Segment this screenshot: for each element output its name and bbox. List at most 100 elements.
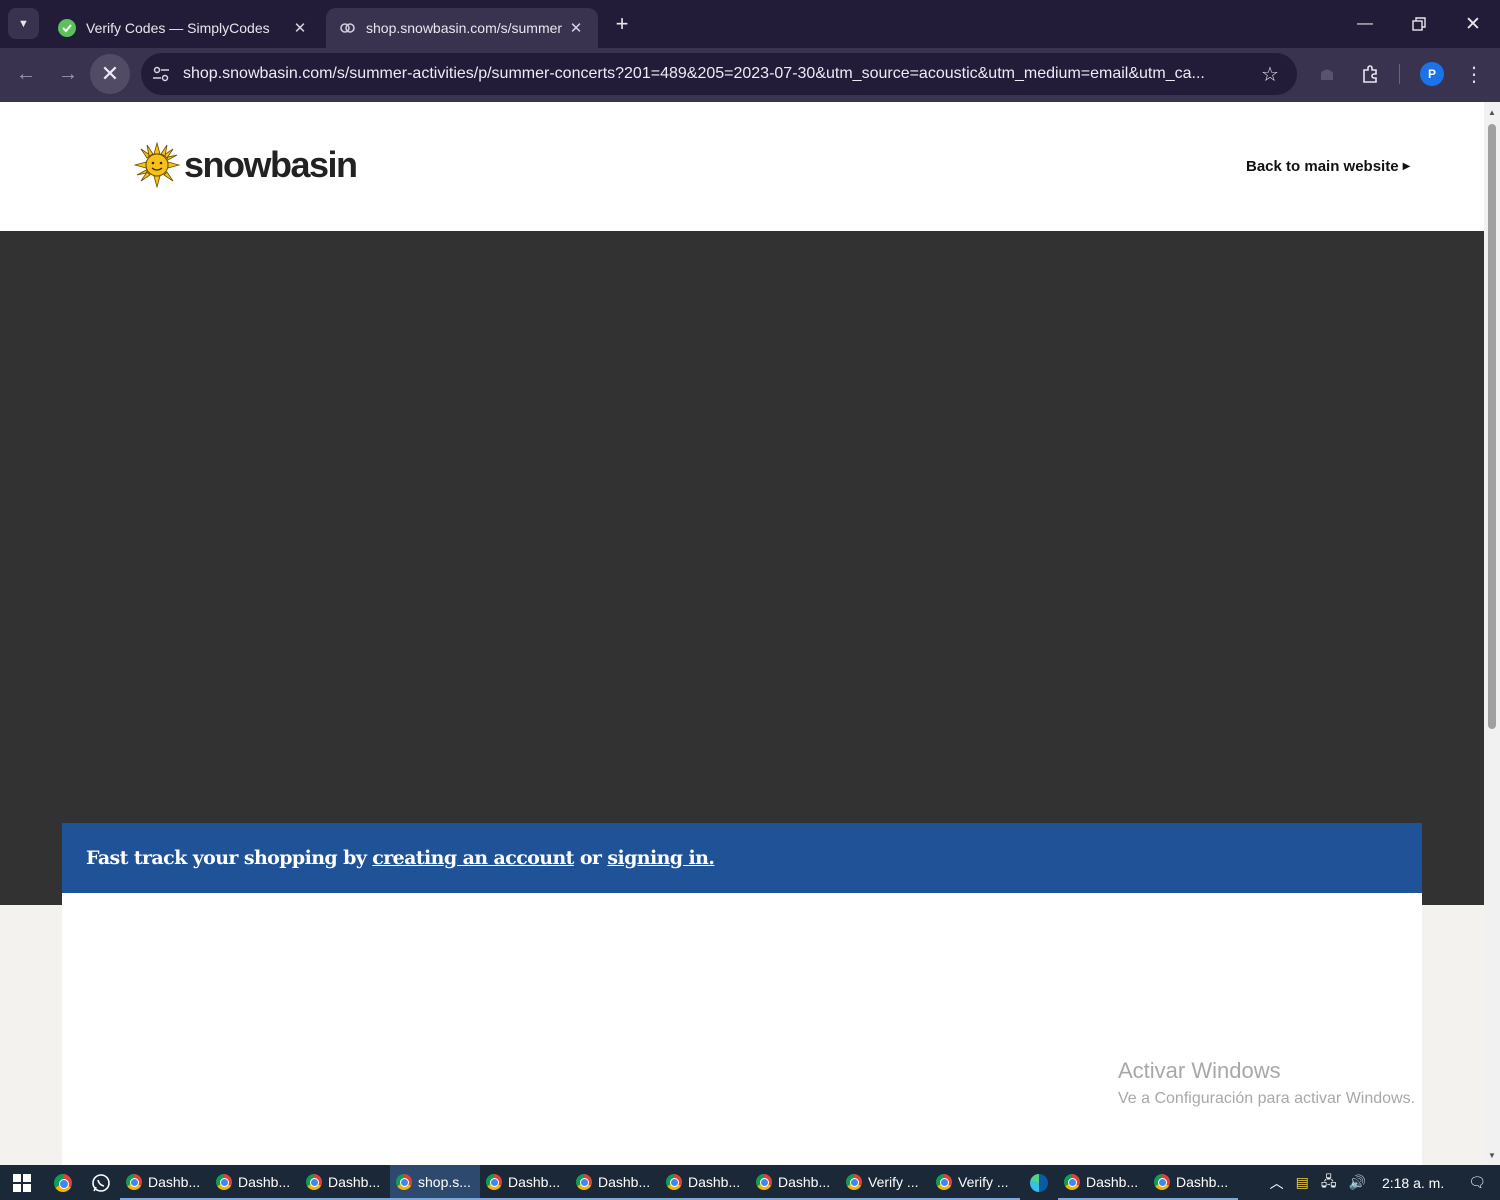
forward-button[interactable]: → xyxy=(48,54,88,94)
url-text[interactable]: shop.snowbasin.com/s/summer-activities/p… xyxy=(181,65,1243,83)
back-link-label: Back to main website xyxy=(1246,158,1399,175)
chrome-icon xyxy=(1064,1173,1080,1190)
chrome-icon xyxy=(396,1173,412,1190)
system-tray: ︿ ▤ 🖧 🔊 2:18 a. m. 🗨 xyxy=(1264,1165,1500,1200)
address-bar[interactable]: shop.snowbasin.com/s/summer-activities/p… xyxy=(141,53,1297,95)
tab-verify-codes[interactable]: Verify Codes — SimplyCodes ✕ xyxy=(46,8,322,48)
windows-activation-watermark: Activar Windows Ve a Configuración para … xyxy=(1118,1058,1415,1108)
banner-prefix: Fast track your shopping by xyxy=(86,847,373,869)
edge-icon xyxy=(1030,1173,1048,1192)
taskbar-app[interactable]: Dashb... xyxy=(1058,1165,1148,1200)
volume-icon[interactable]: 🔊 xyxy=(1343,1174,1372,1191)
tab-strip: ▼ Verify Codes — SimplyCodes ✕ shop.snow… xyxy=(0,0,1500,48)
banner-middle: or xyxy=(573,847,608,869)
chrome-icon xyxy=(1154,1173,1170,1190)
taskbar-app-label: Verify ... xyxy=(868,1173,919,1190)
content-card xyxy=(62,893,1422,1165)
taskbar-app[interactable]: Dashb... xyxy=(660,1165,750,1200)
taskbar-app-label: Dashb... xyxy=(1086,1173,1139,1190)
site-info-icon[interactable] xyxy=(141,53,181,95)
snowbasin-logo[interactable]: snowbasin xyxy=(134,142,358,188)
hero-image-placeholder xyxy=(0,231,1484,905)
show-hidden-icons-chevron-icon[interactable]: ︿ xyxy=(1264,1173,1290,1193)
taskbar-app-label: shop.s... xyxy=(418,1173,471,1190)
taskbar-app[interactable]: Verify ... xyxy=(930,1165,1020,1200)
whatsapp-icon xyxy=(92,1173,110,1192)
back-button[interactable]: ← xyxy=(6,54,46,94)
chrome-icon xyxy=(666,1173,682,1190)
taskbar-app-label: Dashb... xyxy=(778,1173,831,1190)
create-account-link[interactable]: creating an account xyxy=(372,847,574,869)
taskbar-app[interactable]: Verify ... xyxy=(840,1165,930,1200)
taskbar-app-label: Dashb... xyxy=(1176,1173,1229,1190)
back-to-main-website-link[interactable]: Back to main website ▶ xyxy=(1246,158,1410,175)
simplycodes-favicon-icon xyxy=(58,19,76,37)
sign-in-link[interactable]: signing in. xyxy=(607,847,715,869)
pinned-chrome[interactable] xyxy=(44,1165,82,1200)
notes-app-icon[interactable]: ▤ xyxy=(1290,1174,1315,1191)
scroll-up-arrow-icon[interactable]: ▲ xyxy=(1484,104,1500,120)
extension-icon[interactable] xyxy=(1309,56,1345,92)
tab-list-button[interactable]: ▼ xyxy=(8,8,39,39)
chrome-icon xyxy=(216,1173,232,1190)
taskbar-app-label: Dashb... xyxy=(148,1173,201,1190)
stop-loading-button[interactable]: ✕ xyxy=(90,54,130,94)
chrome-icon xyxy=(486,1173,502,1190)
minimize-button[interactable]: — xyxy=(1338,0,1392,48)
tab-snowbasin[interactable]: shop.snowbasin.com/s/summer ✕ xyxy=(326,8,598,48)
close-tab-icon[interactable]: ✕ xyxy=(566,19,586,37)
close-tab-icon[interactable]: ✕ xyxy=(290,19,310,37)
site-header: snowbasin Back to main website ▶ xyxy=(0,102,1484,231)
restore-button[interactable] xyxy=(1392,0,1446,48)
scroll-down-arrow-icon[interactable]: ▼ xyxy=(1484,1147,1500,1163)
close-icon: ✕ xyxy=(1465,13,1481,35)
menu-button[interactable]: ⋮ xyxy=(1456,56,1492,92)
tab-title: shop.snowbasin.com/s/summer xyxy=(366,20,563,36)
pinned-whatsapp[interactable] xyxy=(82,1165,120,1200)
taskbar-app[interactable]: Dashb... xyxy=(750,1165,840,1200)
sun-logo-icon xyxy=(134,142,180,188)
taskbar-app[interactable]: Dashb... xyxy=(210,1165,300,1200)
start-button[interactable] xyxy=(0,1165,44,1200)
taskbar-app-label: Dashb... xyxy=(328,1173,381,1190)
notification-icon[interactable]: 🗨 xyxy=(1462,1174,1500,1191)
account-banner: Fast track your shopping by creating an … xyxy=(62,823,1422,893)
clock[interactable]: 2:18 a. m. xyxy=(1372,1175,1462,1191)
bookmark-star-icon[interactable]: ☆ xyxy=(1243,62,1297,87)
taskbar-app-label: Dashb... xyxy=(598,1173,651,1190)
restore-icon xyxy=(1412,17,1426,31)
taskbar-app-label: Dashb... xyxy=(238,1173,291,1190)
taskbar-app[interactable]: Dashb... xyxy=(120,1165,210,1200)
browser-toolbar: ← → ✕ shop.snowbasin.com/s/summer-activi… xyxy=(0,48,1500,102)
taskbar-app[interactable]: Dashb... xyxy=(480,1165,570,1200)
close-icon: ✕ xyxy=(100,61,120,86)
chrome-icon xyxy=(936,1173,952,1190)
scrollbar-thumb[interactable] xyxy=(1488,124,1496,729)
caret-right-icon: ▶ xyxy=(1402,161,1411,172)
minimize-icon: — xyxy=(1357,15,1373,32)
plus-icon: + xyxy=(615,11,629,36)
taskbar-app-label: Verify ... xyxy=(958,1173,1009,1190)
close-window-button[interactable]: ✕ xyxy=(1446,0,1500,48)
page-viewport: snowbasin Back to main website ▶ Fast tr… xyxy=(0,102,1484,1165)
taskbar-app-active[interactable]: shop.s... xyxy=(390,1165,480,1200)
logo-text: snowbasin xyxy=(184,144,358,185)
page-scrollbar[interactable]: ▲ ▼ xyxy=(1484,102,1500,1165)
chrome-icon xyxy=(846,1173,862,1190)
new-tab-button[interactable]: + xyxy=(608,10,636,38)
taskbar-app-label: Dashb... xyxy=(688,1173,741,1190)
arrow-left-icon: ← xyxy=(16,62,36,85)
windows-logo-icon xyxy=(13,1173,31,1192)
profile-button[interactable]: P xyxy=(1414,56,1450,92)
pinned-edge[interactable] xyxy=(1020,1165,1058,1200)
loading-favicon-icon xyxy=(338,19,356,37)
toolbar-divider xyxy=(1399,64,1400,84)
profile-avatar: P xyxy=(1420,62,1444,86)
extensions-puzzle-icon[interactable] xyxy=(1352,56,1388,92)
taskbar-app[interactable]: Dashb... xyxy=(300,1165,390,1200)
kebab-menu-icon: ⋮ xyxy=(1464,63,1484,86)
taskbar-app[interactable]: Dashb... xyxy=(1148,1165,1238,1200)
chrome-icon xyxy=(126,1173,142,1190)
taskbar-app[interactable]: Dashb... xyxy=(570,1165,660,1200)
network-icon[interactable]: 🖧 xyxy=(1315,1171,1343,1195)
